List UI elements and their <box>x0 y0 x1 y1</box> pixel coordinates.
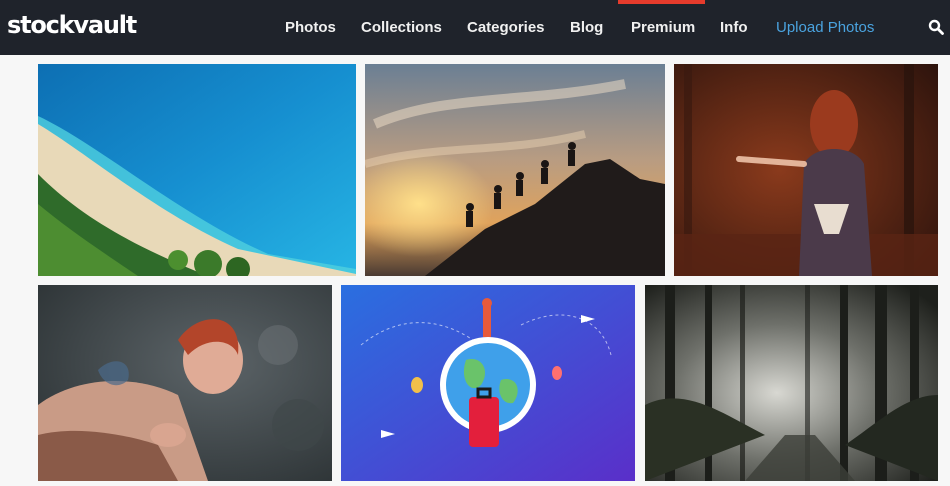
misty-forest-image <box>645 285 938 481</box>
search-icon[interactable] <box>928 19 944 35</box>
photo-woman-forest[interactable] <box>674 64 938 276</box>
photo-beach-aerial[interactable] <box>38 64 356 276</box>
nav-collections[interactable]: Collections <box>361 0 442 55</box>
nav-premium[interactable]: Premium <box>631 0 695 55</box>
nav-blog[interactable]: Blog <box>570 0 603 55</box>
mountain-climbers-image <box>365 64 665 276</box>
beach-aerial-image <box>38 64 356 276</box>
nav-upload-photos[interactable]: Upload Photos <box>776 0 874 55</box>
photo-travel-illustration[interactable] <box>341 285 635 481</box>
photo-tattooed-woman[interactable] <box>38 285 332 481</box>
travel-illustration-image <box>341 285 635 481</box>
photo-misty-forest[interactable] <box>645 285 938 481</box>
tattooed-woman-image <box>38 285 332 481</box>
nav-categories[interactable]: Categories <box>467 0 545 55</box>
nav-photos[interactable]: Photos <box>285 0 336 55</box>
top-navigation-bar: stockvault Photos Collections Categories… <box>0 0 950 55</box>
woman-forest-image <box>674 64 938 276</box>
photo-mountain-climbers[interactable] <box>365 64 665 276</box>
stockvault-logo[interactable]: stockvault <box>7 11 137 39</box>
nav-info[interactable]: Info <box>720 0 748 55</box>
